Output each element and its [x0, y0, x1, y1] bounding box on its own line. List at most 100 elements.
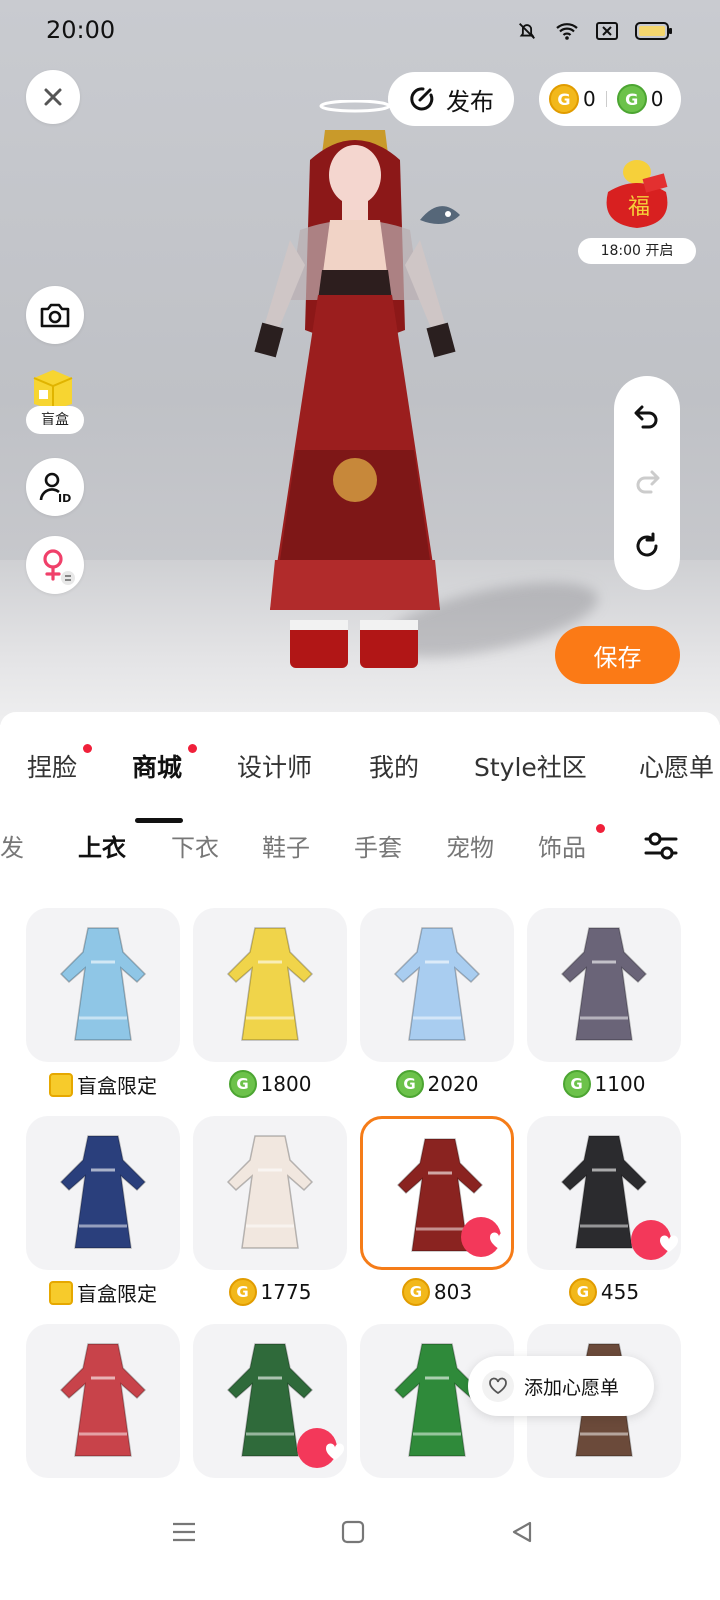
add-to-wishlist-button[interactable]: 添加心愿单: [468, 1356, 654, 1416]
shop-item-card[interactable]: G 1100: [527, 908, 681, 1108]
back-triangle-icon: [512, 1521, 532, 1543]
status-bar: 20:00: [0, 0, 720, 62]
gold-coin-icon: G: [568, 1278, 597, 1306]
item-thumbnail[interactable]: [26, 1324, 180, 1478]
home-square-icon: [341, 1520, 365, 1544]
home-nav-button[interactable]: [333, 1512, 373, 1552]
publish-icon: [410, 87, 434, 111]
item-price-value: 盲盒限定: [77, 1282, 157, 1306]
tab-face[interactable]: 捏脸: [27, 748, 77, 784]
item-thumbnail[interactable]: [527, 1116, 681, 1270]
female-switch-icon: [43, 549, 75, 585]
tab-designer[interactable]: 设计师: [237, 748, 312, 784]
outfit-image: [59, 1343, 147, 1457]
heart-icon: [489, 1232, 509, 1249]
shop-item-card[interactable]: 盲盒限定: [26, 908, 180, 1108]
menu-icon: [173, 1522, 195, 1542]
publish-button[interactable]: 发布: [388, 72, 514, 126]
camera-button[interactable]: [26, 286, 84, 344]
gold-coin-icon: G: [401, 1278, 430, 1306]
item-thumbnail[interactable]: [193, 1324, 347, 1478]
item-thumbnail[interactable]: [26, 1116, 180, 1270]
outfit-image: [226, 927, 314, 1041]
filter-sliders-icon: [644, 832, 678, 860]
tab-face-badge: [83, 744, 92, 753]
sim-x-icon: [594, 18, 620, 44]
category-shoes[interactable]: 鞋子: [262, 828, 310, 863]
fortune-bag-event[interactable]: 福 18:00 开启: [578, 148, 696, 264]
divider: [605, 91, 607, 107]
undo-button[interactable]: [632, 401, 662, 435]
shop-item-card[interactable]: 盲盒限定: [26, 1116, 180, 1316]
wishlist-heart-button[interactable]: [631, 1220, 679, 1260]
category-accessories[interactable]: 饰品: [538, 828, 586, 863]
category-pets[interactable]: 宠物: [446, 828, 494, 863]
tab-mine[interactable]: 我的: [369, 748, 419, 784]
item-price: G 455: [527, 1278, 681, 1306]
tab-style-community[interactable]: Style社区: [474, 748, 587, 784]
avatar-model[interactable]: [230, 100, 480, 680]
item-thumbnail[interactable]: [527, 908, 681, 1062]
category-tab-bar: 头发 上衣 下衣 鞋子 手套 宠物 饰品: [0, 822, 720, 872]
item-thumbnail[interactable]: [193, 1116, 347, 1270]
item-thumbnail[interactable]: [193, 908, 347, 1062]
currency-balance[interactable]: G 0 G 0: [539, 72, 681, 126]
gold-coin-icon: G: [228, 1278, 257, 1306]
item-thumbnail[interactable]: [26, 908, 180, 1062]
back-nav-button[interactable]: [502, 1512, 542, 1552]
reset-button[interactable]: [632, 531, 662, 565]
item-price: G 1775: [193, 1278, 347, 1306]
menu-nav-button[interactable]: [164, 1512, 204, 1552]
shop-item-card[interactable]: G 455: [527, 1116, 681, 1316]
close-icon: [44, 88, 62, 106]
gender-switch-button[interactable]: [26, 536, 84, 594]
tab-shop[interactable]: 商城: [132, 748, 182, 784]
green-coin-icon: G: [228, 1070, 257, 1098]
category-accessories-badge: [596, 824, 605, 833]
save-button[interactable]: 保存: [555, 626, 680, 684]
reset-icon: [636, 532, 658, 557]
shop-item-card[interactable]: G 1800: [193, 908, 347, 1108]
item-price-value: 455: [600, 1280, 640, 1304]
fortune-char: 福: [628, 195, 650, 220]
item-price: G 1800: [193, 1070, 347, 1098]
category-tops[interactable]: 上衣: [78, 828, 126, 863]
main-tab-bar: 捏脸 商城 设计师 我的 Style社区 心愿单: [0, 742, 720, 823]
shop-item-card[interactable]: G 803: [360, 1116, 514, 1316]
history-controls: [614, 376, 680, 590]
category-bottoms[interactable]: 下衣: [171, 828, 219, 863]
item-price-value: 1800: [260, 1072, 312, 1096]
add-to-wishlist-label: 添加心愿单: [524, 1376, 620, 1399]
green-coin-icon: G: [562, 1070, 591, 1098]
item-price: G 2020: [360, 1070, 514, 1098]
wishlist-heart-button[interactable]: [461, 1217, 509, 1257]
category-hair[interactable]: 头发: [0, 828, 24, 863]
tab-wishlist[interactable]: 心愿单: [639, 748, 714, 784]
shop-item-card[interactable]: G 2020: [360, 908, 514, 1108]
battery-icon: [634, 18, 674, 44]
green-coin-icon: G: [616, 84, 647, 114]
shop-item-card[interactable]: G 1775: [193, 1116, 347, 1316]
wifi-icon: [554, 18, 580, 44]
wishlist-heart-button[interactable]: [297, 1428, 345, 1468]
item-price-value: 盲盒限定: [77, 1074, 157, 1098]
outfit-image: [393, 927, 481, 1041]
system-nav-bar: [0, 1490, 720, 1600]
status-time: 20:00: [46, 16, 116, 44]
item-thumbnail[interactable]: [360, 908, 514, 1062]
id-profile-button[interactable]: ID: [26, 458, 84, 516]
item-thumbnail[interactable]: [360, 1116, 514, 1270]
close-button[interactable]: [26, 70, 80, 124]
category-gloves[interactable]: 手套: [354, 828, 402, 863]
blind-box-icon: [49, 1072, 73, 1097]
shop-panel: 捏脸 商城 设计师 我的 Style社区 心愿单 头发 上衣 下衣 鞋子 手套 …: [0, 712, 720, 1600]
redo-button[interactable]: [632, 466, 662, 500]
green-coin-icon: G: [395, 1070, 424, 1098]
avatar-scene[interactable]: 20:00 发布 G 0 G 0 福 18:00 开启 盲盒 ID 保存: [0, 0, 720, 725]
filter-button[interactable]: [644, 830, 678, 866]
item-price: G 1100: [527, 1070, 681, 1098]
item-price: 盲盒限定: [26, 1070, 180, 1099]
item-price: G 803: [360, 1278, 514, 1306]
blind-box-button[interactable]: 盲盒: [26, 406, 84, 434]
fortune-open-time: 18:00 开启: [578, 238, 696, 264]
